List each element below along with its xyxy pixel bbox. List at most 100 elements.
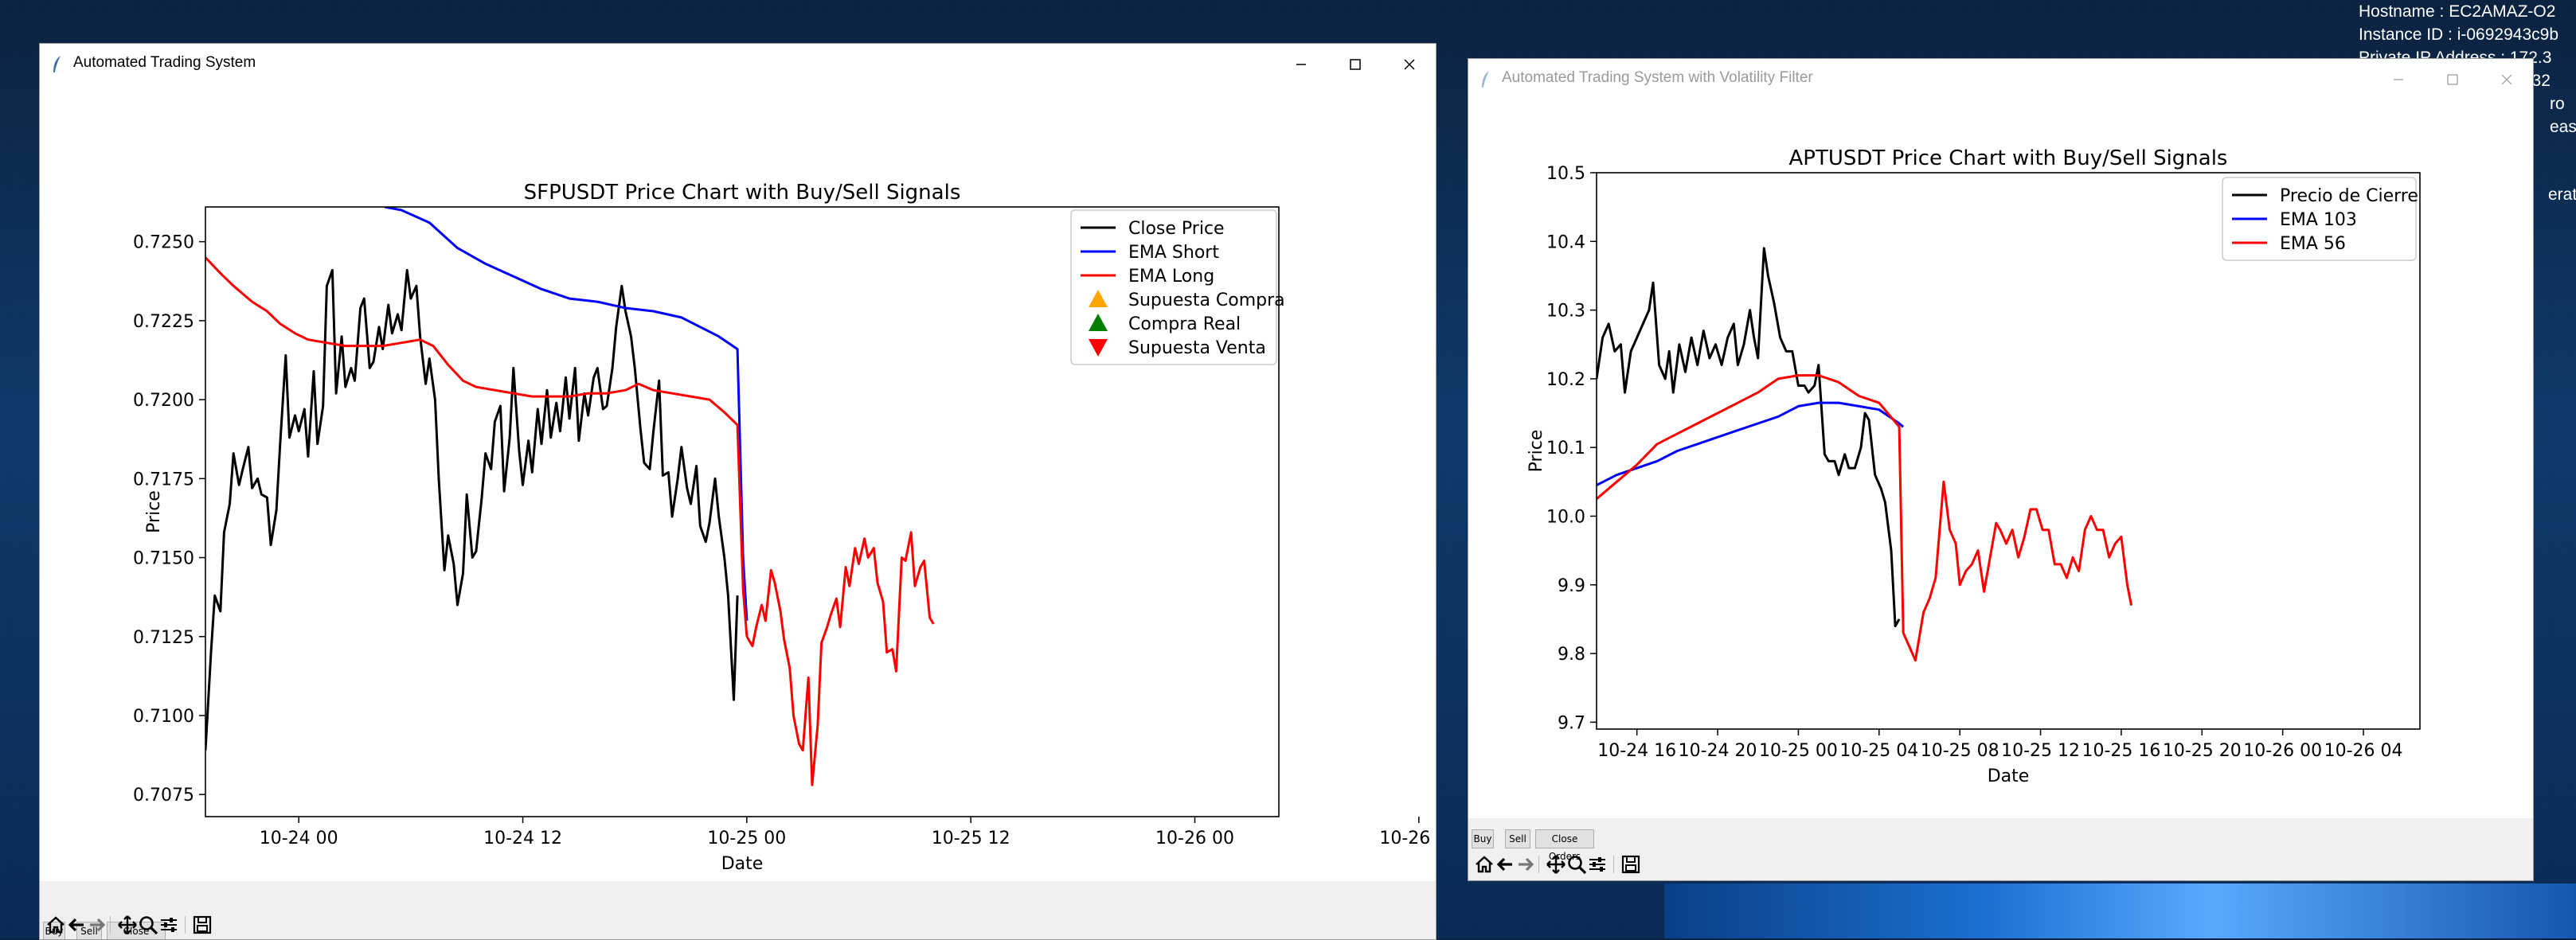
forward-arrow-icon [90, 918, 106, 932]
home-icon [47, 916, 64, 934]
x-tick-label: 10-26 12 [1379, 829, 1436, 848]
zoom-icon [1568, 856, 1587, 875]
close-icon [1404, 59, 1415, 70]
x-tick-label: 10-25 04 [1839, 741, 1918, 761]
zoom-icon [139, 916, 158, 935]
home-tool-button[interactable] [45, 914, 67, 936]
x-tick-label: 10-25 00 [1759, 741, 1838, 761]
save-icon [1621, 855, 1640, 874]
save-tool-button[interactable] [191, 914, 213, 936]
window-title: Automated Trading System [73, 54, 256, 71]
subplots-config-tool-button[interactable] [158, 914, 180, 936]
save-tool-button[interactable] [1620, 853, 1642, 876]
pan-icon [1546, 855, 1566, 874]
legend-entry-label: Close Price [1128, 219, 1225, 239]
zoom-tool-button[interactable] [137, 914, 159, 936]
x-tick-label: 10-25 16 [2082, 741, 2160, 761]
sfpusdt-price-chart: SFPUSDT Price Chart with Buy/Sell Signal… [133, 181, 1436, 874]
y-tick-label: 10.0 [1546, 507, 1585, 527]
forward-arrow-icon [1519, 857, 1534, 872]
matplotlib-toolbar [1468, 851, 2533, 879]
forward-arrow-tool-button[interactable] [86, 914, 108, 936]
desktop-wallpaper-light [1664, 883, 2576, 938]
x-tick-label: 10-25 12 [2001, 741, 2080, 761]
y-axis-label: Price [144, 490, 164, 533]
legend-entry-label: Precio de Cierre [2280, 186, 2418, 206]
legend-entry-label: EMA 103 [2280, 210, 2357, 230]
maximize-icon [1350, 59, 1361, 70]
back-arrow-tool-button[interactable] [1494, 853, 1516, 876]
legend-entry-label: Supuesta Compra [1128, 291, 1285, 310]
back-arrow-icon [1496, 857, 1512, 872]
close-orders-button[interactable]: Close Orders [1535, 829, 1594, 862]
series-line-ema-short [384, 207, 749, 621]
y-tick-label: 9.8 [1558, 645, 1585, 665]
forward-arrow-tool-button[interactable] [1515, 853, 1537, 876]
subplots-config-tool-button[interactable] [1586, 853, 1609, 876]
legend-entry-label: Compra Real [1128, 314, 1241, 334]
close-button[interactable] [1383, 44, 1436, 85]
minimize-icon [2394, 79, 2403, 80]
x-tick-label: 10-26 04 [2324, 741, 2403, 761]
x-tick-label: 10-26 00 [1155, 829, 1234, 848]
subplots-config-icon [1589, 857, 1605, 872]
matplotlib-toolbar [40, 911, 1436, 939]
legend-entry-label: EMA Long [1128, 267, 1214, 287]
y-tick-label: 9.7 [1558, 713, 1585, 733]
figure-canvas[interactable]: SFPUSDT Price Chart with Buy/Sell Signal… [40, 85, 1436, 881]
window-titlebar[interactable]: Automated Trading System with Volatility… [1468, 59, 2533, 100]
back-arrow-icon [68, 918, 84, 932]
y-tick-label: 9.9 [1558, 576, 1585, 596]
sysinfo-fragment: erate [2548, 185, 2576, 204]
home-icon [1476, 856, 1493, 873]
y-axis-label: Price [1526, 430, 1546, 473]
buy-button[interactable]: Buy [1472, 829, 1494, 848]
tk-feather-icon [1482, 71, 1489, 88]
y-tick-label: 10.3 [1546, 302, 1585, 322]
y-tick-label: 0.7150 [133, 549, 194, 569]
close-button[interactable] [2480, 59, 2533, 100]
y-tick-label: 10.2 [1546, 370, 1585, 390]
sysinfo-hostname: Hostname : EC2AMAZ-O2 [2359, 2, 2556, 21]
minimize-button[interactable] [2372, 59, 2425, 100]
back-arrow-tool-button[interactable] [65, 914, 88, 936]
chart-title: APTUSDT Price Chart with Buy/Sell Signal… [1789, 146, 2228, 170]
y-tick-label: 0.7075 [133, 786, 194, 805]
toolbar-separator [110, 916, 111, 934]
legend-entry-label: Supuesta Venta [1128, 338, 1266, 358]
legend-entry-label: EMA 56 [2280, 234, 2346, 254]
chart-title: SFPUSDT Price Chart with Buy/Sell Signal… [524, 181, 961, 205]
sell-button[interactable]: Sell [1505, 829, 1530, 848]
x-tick-label: 10-25 12 [932, 829, 1010, 848]
subplots-config-icon [161, 918, 177, 932]
x-tick-label: 10-24 20 [1679, 741, 1757, 761]
window-title: Automated Trading System with Volatility… [1502, 69, 1813, 86]
window-titlebar[interactable]: Automated Trading System [40, 44, 1436, 85]
tk-feather-icon [53, 56, 61, 72]
figure-canvas[interactable]: APTUSDT Price Chart with Buy/Sell Signal… [1468, 100, 2533, 818]
trading-window: Automated Trading System SFPUSDT Price C… [39, 43, 1437, 940]
x-tick-label: 10-25 00 [707, 829, 786, 848]
sysinfo-instance-id: Instance ID : i-0692943c9b [2359, 25, 2558, 44]
home-tool-button[interactable] [1473, 853, 1495, 876]
maximize-button[interactable] [1329, 44, 1382, 85]
minimize-button[interactable] [1275, 44, 1327, 85]
chart-legend: Close Price EMA Short EMA Long Supuesta Com… [1070, 209, 1285, 365]
maximize-button[interactable] [2426, 59, 2479, 100]
series-line-supuesta-venta [745, 531, 935, 786]
y-tick-label: 10.4 [1546, 232, 1585, 252]
x-tick-label: 10-26 00 [2243, 741, 2322, 761]
chart-legend: Precio de Cierre EMA 103 EMA 56 [2222, 177, 2418, 261]
pan-icon [118, 915, 137, 934]
pan-tool-button[interactable] [1545, 853, 1567, 876]
y-tick-label: 0.7225 [133, 312, 194, 332]
x-tick-label: 10-25 08 [1921, 741, 1999, 761]
pan-tool-button[interactable] [116, 914, 139, 936]
zoom-tool-button[interactable] [1566, 853, 1588, 876]
series-line-ema-103 [1597, 401, 1905, 486]
maximize-icon [2447, 74, 2458, 85]
save-icon [193, 915, 212, 934]
x-tick-label: 10-24 12 [483, 829, 562, 848]
toolbar-separator [1613, 856, 1614, 873]
close-icon [2501, 74, 2512, 85]
